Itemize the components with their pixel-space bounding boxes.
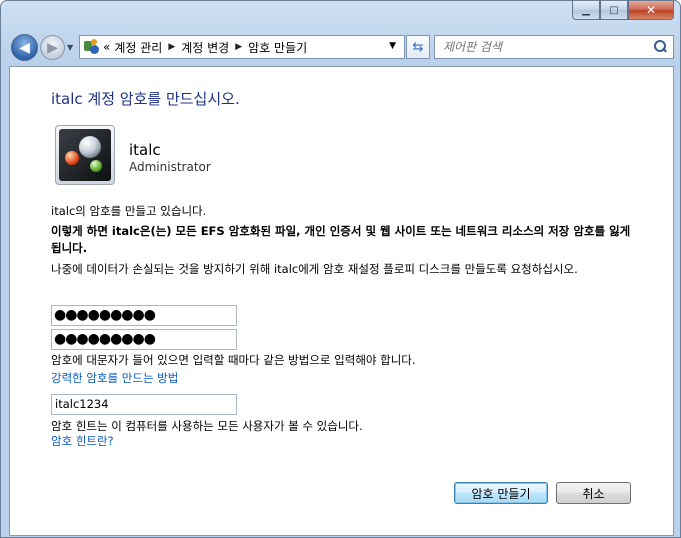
hint-visibility-note: 암호 힌트는 이 컴퓨터를 사용하는 모든 사용자가 볼 수 있습니다.	[51, 419, 363, 433]
navigation-bar: ◀ ▶ ▼ « 계정 관리 ▶ 계정 변경 ▶ 암호 만들기 ▼ ⇆	[9, 31, 674, 63]
page-title: italc 계정 암호를 만드십시오.	[51, 90, 240, 108]
case-sensitivity-note: 암호에 대문자가 들어 있으면 입력할 때마다 같은 방법으로 입력해야 합니다…	[51, 353, 416, 367]
control-panel-icon	[84, 39, 100, 55]
advice-text: 나중에 데이터가 손실되는 것을 방지하기 위해 italc에게 암호 재설정 …	[51, 262, 578, 276]
window-frame: ▁ □ ✕ ◀ ▶ ▼ « 계정 관리 ▶ 계정 변경 ▶ 암호 만들기 ▼ ⇆	[0, 0, 681, 538]
recent-pages-dropdown-icon[interactable]: ▼	[67, 43, 73, 52]
close-button[interactable]: ✕	[628, 1, 674, 20]
back-arrow-icon: ◀	[19, 39, 30, 56]
breadcrumb-item-create-password[interactable]: 암호 만들기	[248, 39, 307, 56]
cancel-button[interactable]: 취소	[556, 482, 631, 504]
address-dropdown-icon[interactable]: ▼	[389, 41, 396, 51]
user-name: italc	[129, 141, 161, 159]
warning-text: 이렇게 하면 italc은(는) 모든 EFS 암호화된 파일, 개인 인증서 …	[51, 224, 631, 255]
user-avatar	[55, 125, 115, 185]
chevron-right-icon[interactable]: ▶	[235, 42, 242, 52]
forward-button[interactable]: ▶	[40, 35, 65, 60]
breadcrumb-item-account-management[interactable]: 계정 관리	[114, 39, 162, 56]
new-password-field[interactable]: ●●●●●●●●●	[51, 305, 237, 326]
maximize-button[interactable]: □	[600, 1, 628, 20]
search-icon[interactable]	[653, 40, 667, 54]
back-button[interactable]: ◀	[11, 34, 38, 61]
chevron-right-icon[interactable]: ▶	[168, 42, 175, 52]
strong-password-link[interactable]: 강력한 암호를 만드는 방법	[51, 370, 178, 386]
password-hint-field[interactable]: italc1234	[51, 394, 237, 415]
confirm-password-field[interactable]: ●●●●●●●●●	[51, 329, 237, 350]
refresh-icon: ⇆	[412, 39, 424, 55]
content-pane: italc 계정 암호를 만드십시오. italc Administrator …	[9, 66, 674, 536]
create-password-button[interactable]: 암호 만들기	[454, 482, 548, 504]
caption-buttons: ▁ □ ✕	[572, 1, 674, 20]
breadcrumb-item-change-account[interactable]: 계정 변경	[181, 39, 229, 56]
search-input[interactable]	[443, 40, 633, 54]
info-text: italc의 암호를 만들고 있습니다.	[51, 204, 207, 218]
refresh-button[interactable]: ⇆	[406, 35, 430, 59]
user-role: Administrator	[129, 160, 211, 174]
breadcrumb-prefix[interactable]: «	[103, 40, 110, 54]
search-box[interactable]	[434, 35, 674, 59]
minimize-button[interactable]: ▁	[572, 1, 600, 20]
address-bar[interactable]: « 계정 관리 ▶ 계정 변경 ▶ 암호 만들기 ▼	[79, 35, 405, 59]
forward-arrow-icon: ▶	[47, 39, 58, 56]
what-is-hint-link[interactable]: 암호 힌트란?	[51, 433, 114, 449]
